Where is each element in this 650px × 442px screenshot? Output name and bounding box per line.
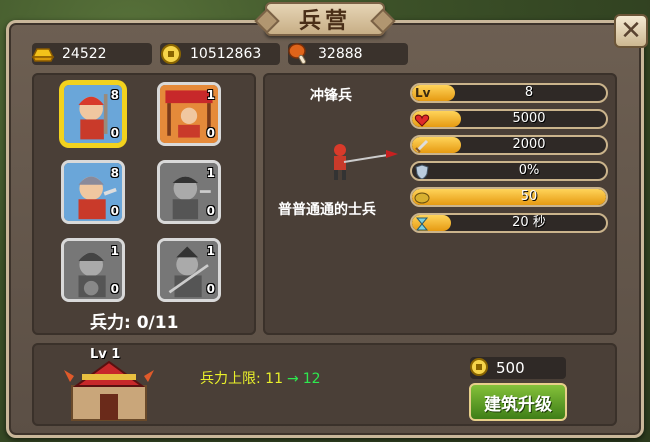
stat-health: 5000 bbox=[410, 109, 608, 129]
unit-count: 0 bbox=[110, 126, 119, 140]
unit-slot-locked-1[interactable]: 1 0 bbox=[157, 160, 221, 224]
unit-level: 1 bbox=[206, 88, 215, 102]
charge-soldier-sprite bbox=[334, 144, 398, 180]
stat-level-value: 8 bbox=[524, 85, 534, 100]
capacity-info: 兵力上限: 11 → 12 bbox=[200, 368, 321, 388]
upgrade-building-button[interactable]: 建筑升级 bbox=[469, 383, 567, 421]
unit-slot-locked-3[interactable]: 1 0 bbox=[157, 238, 221, 302]
upgrade-cost-value: 500 bbox=[496, 359, 525, 377]
heart-icon bbox=[414, 114, 430, 127]
meat-icon bbox=[288, 43, 306, 65]
food-value: 32888 bbox=[318, 46, 363, 62]
stat-health-value: 5000 bbox=[512, 111, 546, 126]
level-badge: Lv bbox=[415, 86, 431, 100]
stat-attack-value: 2000 bbox=[512, 137, 546, 152]
panel-title: 兵营 bbox=[298, 8, 351, 34]
unit-name: 冲锋兵 bbox=[310, 88, 352, 104]
unit-count: 0 bbox=[206, 204, 215, 218]
sword-icon bbox=[415, 139, 429, 153]
stat-train-time-value: 20 秒 bbox=[512, 215, 546, 230]
stat-food-cost: 50 bbox=[410, 187, 608, 207]
upgrade-building-label: 建筑升级 bbox=[484, 394, 552, 415]
shield-icon bbox=[415, 164, 429, 179]
unit-level: 8 bbox=[110, 88, 119, 102]
coin-icon bbox=[161, 44, 181, 64]
unit-level: 1 bbox=[206, 244, 215, 258]
food-cost-icon bbox=[414, 192, 430, 204]
gold-value: 24522 bbox=[62, 46, 107, 62]
unit-slot-locked-2[interactable]: 1 0 bbox=[61, 238, 125, 302]
building-level: Lv 1 bbox=[90, 347, 121, 362]
stat-level: Lv 8 bbox=[410, 83, 608, 103]
unit-count: 0 bbox=[110, 282, 119, 296]
unit-level: 1 bbox=[206, 166, 215, 180]
coin-value: 10512863 bbox=[190, 46, 262, 62]
stat-food-cost-value: 50 bbox=[520, 189, 538, 204]
unit-description: 普普通通的士兵 bbox=[278, 202, 376, 218]
hourglass-icon bbox=[415, 217, 429, 231]
food-counter: 32888 bbox=[288, 43, 408, 65]
unit-slot-charge-soldier[interactable]: 8 0 bbox=[61, 82, 125, 146]
capacity-label: 兵力上限: bbox=[200, 371, 261, 387]
unit-count: 0 bbox=[110, 204, 119, 218]
stat-attack: 2000 bbox=[410, 135, 608, 155]
upgrade-cost: 500 bbox=[470, 357, 566, 379]
gold-ingot-icon bbox=[31, 48, 55, 62]
unit-slot-swordsman[interactable]: 8 0 bbox=[61, 160, 125, 224]
coin-icon bbox=[470, 358, 488, 376]
close-icon: ✕ bbox=[620, 16, 642, 46]
stat-defense: 0% bbox=[410, 161, 608, 181]
stat-train-time: 20 秒 bbox=[410, 213, 608, 233]
unit-count: 0 bbox=[206, 126, 215, 140]
title-plate: 兵营 bbox=[265, 2, 385, 36]
capacity-next: 12 bbox=[302, 371, 321, 387]
unit-level: 1 bbox=[110, 244, 119, 258]
capacity-current: 11 bbox=[265, 371, 283, 387]
unit-count: 0 bbox=[206, 282, 215, 296]
stat-defense-value: 0% bbox=[518, 163, 540, 178]
troop-count: 兵力: 0/11 bbox=[90, 313, 179, 333]
gold-counter: 24522 bbox=[31, 43, 152, 65]
unit-level: 8 bbox=[110, 166, 119, 180]
arrow-right-icon: → bbox=[287, 371, 299, 387]
coin-counter: 10512863 bbox=[160, 43, 280, 65]
close-button[interactable]: ✕ bbox=[614, 14, 648, 48]
unit-slot-cart[interactable]: 1 0 bbox=[157, 82, 221, 146]
